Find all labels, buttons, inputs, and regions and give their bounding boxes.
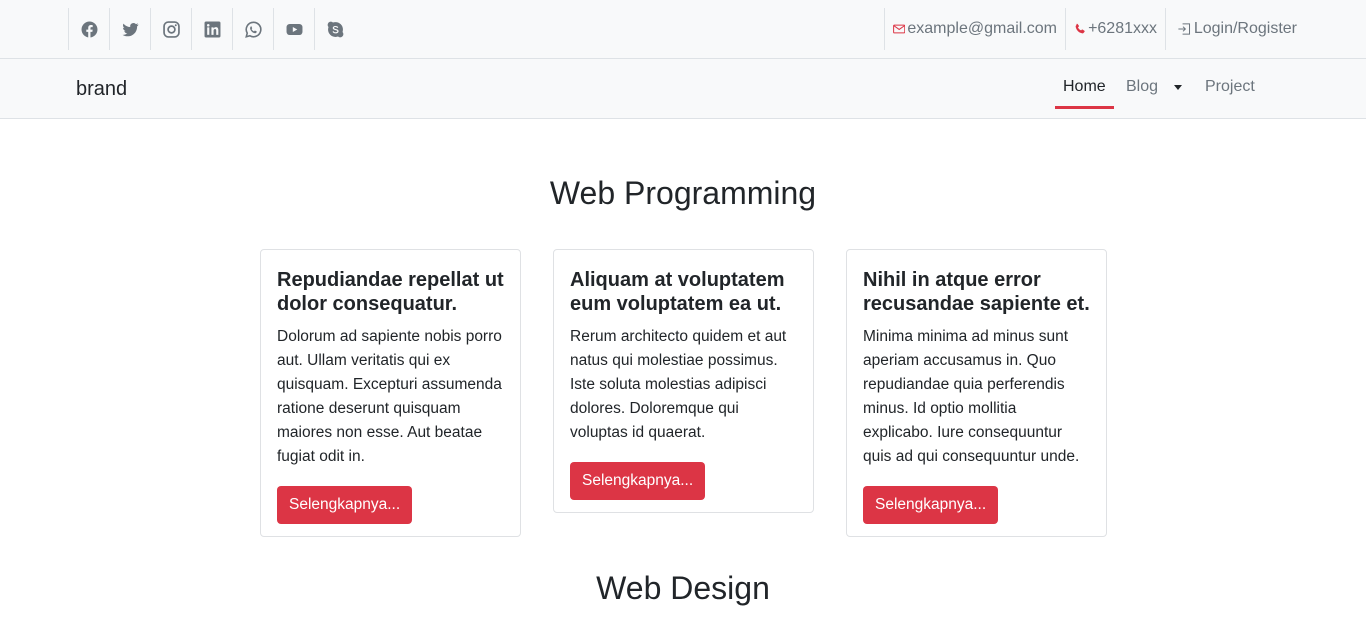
instagram-icon <box>162 20 180 38</box>
instagram-link[interactable] <box>150 8 191 50</box>
nav-item-blog[interactable]: Blog <box>1126 78 1158 96</box>
read-more-button[interactable]: Selengkapnya... <box>277 486 413 524</box>
section-title-web-programming: Web Programming <box>549 175 817 211</box>
article-card: Aliquam at voluptatem eum voluptatem ea … <box>553 249 814 513</box>
twitter-link[interactable] <box>109 8 150 50</box>
nav-item-project[interactable]: Project <box>1205 78 1255 96</box>
read-more-button[interactable]: Selengkapnya... <box>863 486 999 524</box>
social-links <box>68 8 355 50</box>
linkedin-link[interactable] <box>191 8 232 50</box>
card-title: Repudiandae repellat ut dolor consequatu… <box>277 269 504 315</box>
login-text: Login/Rogister <box>1193 20 1297 37</box>
whatsapp-link[interactable] <box>232 8 273 50</box>
envelope-icon <box>893 24 906 34</box>
email-text: example@gmail.com <box>907 20 1057 37</box>
linkedin-icon <box>204 21 220 37</box>
article-card: Repudiandae repellat ut dolor consequatu… <box>260 249 521 537</box>
login-register-link[interactable]: Login/Rogister <box>1165 8 1305 50</box>
section-title-web-design: Web Design <box>596 570 770 606</box>
skype-icon <box>327 21 343 37</box>
top-bar: example@gmail.com +6281xxx Login/Rogiste… <box>0 0 1366 59</box>
card-text: Dolorum ad sapiente nobis porro aut. Ull… <box>277 328 502 465</box>
phone-link[interactable]: +6281xxx <box>1065 8 1165 50</box>
twitter-icon <box>122 22 138 36</box>
youtube-icon <box>286 23 302 35</box>
email-link[interactable]: example@gmail.com <box>884 8 1065 50</box>
active-nav-indicator <box>1055 106 1114 109</box>
facebook-link[interactable] <box>68 8 109 50</box>
phone-text: +6281xxx <box>1088 20 1157 37</box>
read-more-button[interactable]: Selengkapnya... <box>570 462 706 500</box>
card-title: Nihil in atque error recusandae sapiente… <box>863 269 1090 315</box>
card-title: Aliquam at voluptatem eum voluptatem ea … <box>570 269 785 315</box>
facebook-icon <box>81 21 97 38</box>
contact-info: example@gmail.com +6281xxx Login/Rogiste… <box>884 8 1305 50</box>
blog-dropdown-caret-icon[interactable] <box>1174 85 1182 90</box>
main-navbar: brand Home Blog Project <box>0 59 1366 119</box>
nav-item-home[interactable]: Home <box>1063 78 1106 96</box>
skype-link[interactable] <box>314 8 355 50</box>
youtube-link[interactable] <box>273 8 314 50</box>
whatsapp-icon <box>244 20 262 38</box>
card-text: Rerum architecto quidem et aut natus qui… <box>570 328 787 441</box>
login-icon <box>1178 23 1191 35</box>
phone-icon <box>1075 23 1085 34</box>
article-card: Nihil in atque error recusandae sapiente… <box>846 249 1107 537</box>
navbar-brand[interactable]: brand <box>76 78 127 101</box>
card-text: Minima minima ad minus sunt aperiam accu… <box>863 328 1080 465</box>
